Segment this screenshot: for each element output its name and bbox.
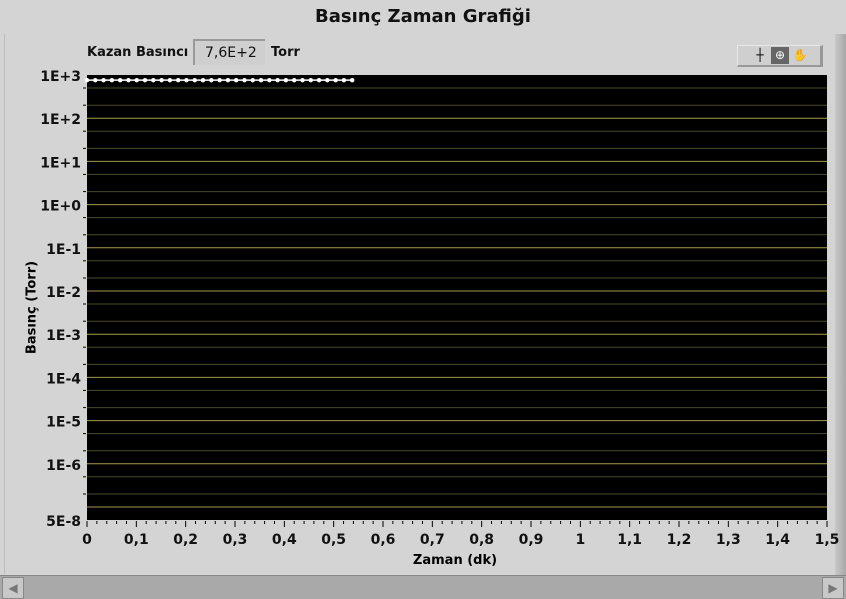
x-tick-label: 1,1	[617, 532, 642, 548]
y-tick-label: 1E+1	[40, 155, 81, 171]
y-tick-label: 1E-1	[46, 242, 81, 258]
data-point	[175, 77, 181, 83]
data-point	[325, 77, 330, 83]
x-tick-label: 0,7	[420, 532, 445, 548]
y-tick-label: 1E+2	[40, 112, 81, 128]
x-tick-label: 0,2	[173, 532, 198, 548]
x-tick-label: 0,9	[519, 532, 544, 548]
data-point	[93, 77, 98, 83]
x-tick-label: 0,1	[124, 532, 149, 548]
y-axis-label: Basınç (Torr)	[24, 260, 40, 355]
data-point	[167, 77, 173, 83]
data-point	[200, 77, 206, 83]
data-point	[151, 77, 156, 83]
data-point	[192, 77, 197, 83]
y-tick-label: 5E-8	[46, 514, 81, 530]
horizontal-scrollbar[interactable]: ◀ ▶	[0, 575, 846, 599]
data-point	[258, 77, 264, 83]
data-point	[142, 77, 148, 83]
data-point	[184, 77, 189, 83]
data-point	[225, 77, 231, 83]
scroll-right-button[interactable]: ▶	[822, 577, 844, 599]
plot-area[interactable]: 1E+3 1E+2 1E+1 1E+0 1E-1 1E-2 1E-3 1E-4 1E-5 1E-6…	[0, 0, 846, 575]
data-point	[117, 77, 123, 83]
scroll-left-button[interactable]: ◀	[2, 577, 24, 599]
data-point	[308, 77, 313, 83]
data-point	[333, 77, 338, 83]
data-point	[267, 77, 272, 83]
data-point	[242, 77, 247, 83]
x-tick-label: 0,6	[371, 532, 396, 548]
x-tick-label: 1,4	[765, 532, 790, 548]
x-tick-label: 1,2	[667, 532, 692, 548]
x-tick-label: 1,5	[815, 532, 840, 548]
data-point	[300, 77, 305, 83]
data-point	[250, 77, 255, 83]
data-point	[233, 77, 239, 83]
x-tick-label: 1,3	[716, 532, 741, 548]
y-tick-label: 1E-3	[46, 328, 81, 344]
data-point	[109, 77, 115, 83]
data-point	[159, 77, 164, 83]
x-tick-label: 1	[575, 532, 585, 548]
x-tick-label: 0	[82, 532, 92, 548]
x-tick-label: 0,4	[272, 532, 297, 548]
data-point	[292, 77, 297, 83]
data-point	[316, 77, 322, 83]
data-point	[209, 77, 214, 83]
data-point	[126, 77, 131, 83]
data-point	[341, 77, 347, 83]
y-tick-label: 1E-6	[46, 458, 81, 474]
data-point	[275, 77, 280, 83]
data-point	[134, 77, 139, 83]
x-axis-label: Zaman (dk)	[412, 553, 498, 568]
x-tick-label: 0,3	[223, 532, 248, 548]
plot-background	[87, 75, 827, 520]
data-point	[283, 77, 289, 83]
y-tick-label: 1E-2	[46, 285, 81, 301]
y-tick-label: 1E-4	[46, 371, 81, 387]
data-point	[101, 77, 106, 83]
data-point	[84, 77, 90, 83]
y-tick-label: 1E+0	[40, 199, 81, 215]
y-tick-label: 1E+3	[40, 69, 81, 85]
x-tick-label: 0,5	[321, 532, 346, 548]
x-tick-label: 0,8	[469, 532, 494, 548]
data-point	[217, 77, 222, 83]
y-tick-label: 1E-5	[46, 415, 81, 431]
data-point	[350, 77, 355, 83]
